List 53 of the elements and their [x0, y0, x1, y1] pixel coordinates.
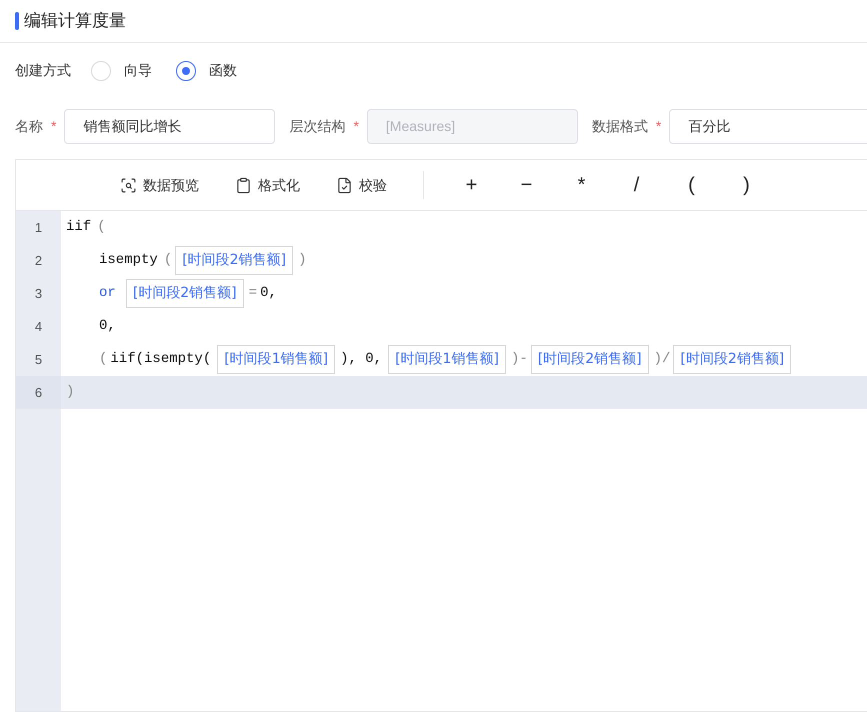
measure-tag[interactable]: [时间段1销售额] [217, 345, 336, 374]
code-symbol: )/ [654, 350, 670, 369]
code-symbol: ( [99, 350, 108, 369]
toolbar-button[interactable]: 格式化 [235, 174, 300, 196]
radio-button[interactable] [176, 60, 196, 80]
required-mark: * [656, 117, 662, 136]
code-symbol: ( [97, 218, 106, 237]
field-label: 数据格式 [592, 117, 648, 136]
code-text: ), 0, [340, 350, 382, 369]
measure-tag[interactable]: [时间段2销售额] [530, 345, 649, 374]
operator-button[interactable]: ( [664, 170, 719, 200]
line-number: 3 [34, 284, 44, 303]
required-mark: * [353, 117, 359, 136]
operator-button[interactable]: + [444, 170, 499, 200]
operator-button[interactable]: ) [719, 170, 774, 200]
measure-tag[interactable]: [时间段2销售额] [175, 246, 294, 275]
line-number: 5 [34, 350, 44, 369]
code-symbol: ) [298, 251, 306, 270]
code-text: isempty [99, 251, 158, 270]
code-text: 0, [260, 284, 277, 303]
field-label: 名称 [15, 117, 43, 136]
measure-tag[interactable]: [时间段2销售额] [673, 345, 792, 374]
clipboard-icon [235, 176, 252, 194]
code-symbol: ) [66, 383, 74, 402]
radio-label: 函数 [209, 61, 237, 80]
operator-button[interactable]: * [554, 170, 609, 200]
measure-tag[interactable]: [时间段1销售额] [388, 345, 506, 374]
operator-button[interactable]: − [499, 170, 554, 200]
code-text: iif(isempty( [110, 350, 212, 369]
code-keyword: or [99, 284, 116, 303]
measure-tag[interactable]: [时间段2销售额] [126, 279, 244, 308]
radio-label: 向导 [124, 61, 152, 80]
toolbar-button[interactable]: 数据预览 [120, 174, 199, 196]
code-text: iif [66, 218, 92, 237]
operator-button[interactable]: / [609, 170, 664, 200]
dialog-title: 编辑计算度量 [24, 10, 126, 32]
required-mark: * [51, 117, 56, 136]
line-number: 2 [34, 252, 44, 270]
accent-bar [15, 12, 19, 30]
input-field[interactable]: 百分比 [669, 109, 867, 144]
code-symbol: = [248, 284, 258, 303]
toolbar-button[interactable]: 校验 [336, 174, 387, 196]
field-label: 层次结构 [289, 117, 346, 136]
code-text: 0, [99, 317, 116, 336]
preview-icon [120, 176, 137, 194]
code-symbol: )- [510, 350, 528, 369]
input-field[interactable]: 销售额同比增长 [64, 109, 276, 144]
line-number: 1 [34, 218, 44, 237]
check-document-icon [336, 176, 353, 194]
line-number: 4 [34, 318, 44, 336]
code-symbol: ( [164, 251, 172, 270]
field-label: 创建方式 [15, 61, 71, 80]
line-number: 6 [16, 376, 61, 409]
